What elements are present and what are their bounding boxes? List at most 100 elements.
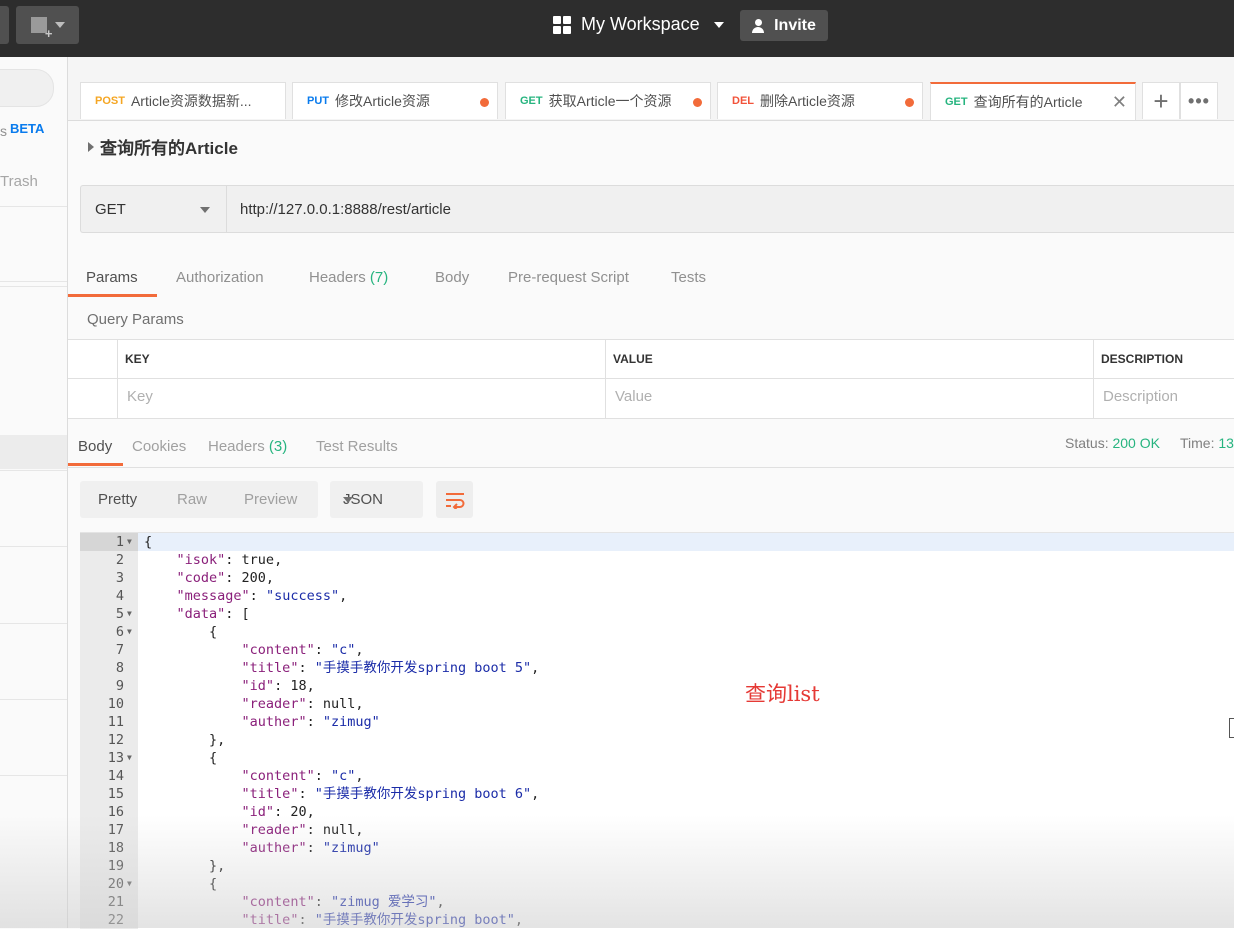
tab-prerequest-script[interactable]: Pre-request Script <box>508 269 629 286</box>
json-punct <box>144 768 242 784</box>
sidebar-tab-partial[interactable]: s <box>0 123 7 139</box>
active-tab-underline <box>68 463 123 466</box>
wrap-lines-button[interactable] <box>436 481 473 518</box>
line-number: 5 <box>115 606 124 622</box>
url-value: http://127.0.0.1:8888/rest/article <box>240 200 451 218</box>
chevron-down-icon <box>200 207 210 213</box>
response-status: Status: 200 OK <box>1065 435 1160 451</box>
view-mode-segmented: Pretty Raw Preview <box>80 481 318 518</box>
json-punct: : 200, <box>225 570 275 586</box>
tab-authorization[interactable]: Authorization <box>176 269 264 286</box>
method-label: POST <box>95 95 125 107</box>
code-text: "auther": "zimug" <box>144 839 380 857</box>
json-punct: , <box>531 786 540 802</box>
json-punct: : <box>314 642 331 658</box>
line-number: 2 <box>115 552 124 568</box>
code-text: "title": "手摸手教你开发spring boot", <box>144 911 523 929</box>
description-input[interactable]: Description <box>1103 388 1178 405</box>
json-key: "auther" <box>241 714 307 730</box>
line-number: 21 <box>107 894 124 910</box>
key-input[interactable]: Key <box>127 388 153 405</box>
caret-right-icon <box>88 141 94 152</box>
response-time: Time: 13 <box>1180 435 1234 451</box>
toolbar-button-partial[interactable] <box>0 6 9 44</box>
divider <box>0 470 67 471</box>
json-punct <box>144 696 242 712</box>
code-line: 4 "message": "success", <box>80 587 1234 605</box>
tab-title: 查询所有的Article <box>973 94 1083 110</box>
divider <box>0 699 67 700</box>
line-number: 20 <box>107 876 124 892</box>
code-text: "id": 20, <box>144 803 315 821</box>
fold-toggle-icon[interactable]: ▼ <box>127 623 132 641</box>
method-value: GET <box>95 200 126 218</box>
tab-response-body[interactable]: Body <box>78 438 112 455</box>
json-punct: : null, <box>306 696 364 712</box>
tab-cookies[interactable]: Cookies <box>132 438 186 455</box>
code-text: "message": "success", <box>144 587 348 605</box>
code-line: 17 "reader": null, <box>80 821 1234 839</box>
trash-link[interactable]: Trash <box>0 173 38 190</box>
request-tab-active[interactable]: GET 查询所有的Article ✕ <box>930 82 1136 120</box>
fold-toggle-icon[interactable]: ▼ <box>127 749 132 767</box>
json-key: "title" <box>241 786 299 802</box>
request-subtabs: Params Authorization Headers (7) Body Pr… <box>68 258 1234 298</box>
workspace-label: My Workspace <box>581 14 700 34</box>
code-text: }, <box>144 857 225 875</box>
code-line: 11 "auther": "zimug" <box>80 713 1234 731</box>
sidebar-item-selected[interactable] <box>0 435 67 469</box>
code-text: "auther": "zimug" <box>144 713 380 731</box>
column-header-value: VALUE <box>613 352 653 366</box>
line-number: 9 <box>115 678 124 694</box>
new-item-button[interactable] <box>16 6 79 44</box>
tab-response-headers[interactable]: Headers (3) <box>208 438 287 455</box>
line-number: 4 <box>115 588 124 604</box>
close-icon[interactable]: ✕ <box>1112 92 1127 113</box>
code-line: 12 }, <box>80 731 1234 749</box>
json-punct: : 20, <box>274 804 315 820</box>
request-name-label: 查询所有的Article <box>100 139 238 158</box>
tab-test-results[interactable]: Test Results <box>316 438 398 455</box>
params-table: KEY VALUE DESCRIPTION Key Value Descript… <box>68 339 1234 419</box>
annotation-text: 查询list <box>745 682 820 706</box>
json-string: "手摸手教你开发spring boot 6" <box>314 786 532 802</box>
tab-headers[interactable]: Headers (7) <box>309 269 388 286</box>
view-pretty-button[interactable]: Pretty <box>98 491 137 508</box>
url-input[interactable]: http://127.0.0.1:8888/rest/article <box>226 185 1234 233</box>
more-options-icon[interactable]: ••• <box>1180 82 1218 119</box>
request-name[interactable]: 查询所有的Article <box>88 134 238 159</box>
tab-params[interactable]: Params <box>86 269 138 286</box>
json-punct: { <box>144 750 218 766</box>
code-line: 7 "content": "c", <box>80 641 1234 659</box>
json-string: "c" <box>330 768 356 784</box>
json-punct: }, <box>144 858 226 874</box>
add-tab-button[interactable]: + <box>1142 82 1180 119</box>
response-body-editor[interactable]: 1 ▼{2 "isok": true, 3 "code": 200, 4 "messa… <box>80 532 1234 929</box>
json-punct <box>144 660 242 676</box>
request-tab[interactable]: DEL 删除Article资源 <box>717 82 923 119</box>
view-preview-button[interactable]: Preview <box>244 491 297 508</box>
request-tab[interactable]: GET 获取Article一个资源 <box>505 82 711 119</box>
workspace-switcher[interactable]: My Workspace <box>553 14 724 35</box>
json-key: "message" <box>176 588 250 604</box>
json-string: "c" <box>330 642 356 658</box>
tab-body[interactable]: Body <box>435 269 469 286</box>
chevron-down-icon <box>713 21 724 28</box>
method-select[interactable]: GET <box>80 185 226 233</box>
divider <box>0 623 67 624</box>
fold-toggle-icon[interactable]: ▼ <box>127 875 132 893</box>
sidebar-search-input[interactable] <box>0 69 54 107</box>
json-punct <box>144 786 242 802</box>
json-punct: : <box>306 840 323 856</box>
fold-toggle-icon[interactable]: ▼ <box>127 605 132 623</box>
value-input[interactable]: Value <box>615 388 652 405</box>
view-raw-button[interactable]: Raw <box>177 491 207 508</box>
request-tab[interactable]: PUT 修改Article资源 <box>292 82 498 119</box>
fold-toggle-icon[interactable]: ▼ <box>127 533 132 551</box>
tab-title: 获取Article一个资源 <box>548 93 672 109</box>
line-number: 15 <box>107 786 124 802</box>
invite-button[interactable]: Invite <box>740 10 828 41</box>
format-select[interactable]: JSON <box>330 481 423 518</box>
request-tab[interactable]: POST Article资源数据新... <box>80 82 286 119</box>
tab-tests[interactable]: Tests <box>671 269 706 286</box>
